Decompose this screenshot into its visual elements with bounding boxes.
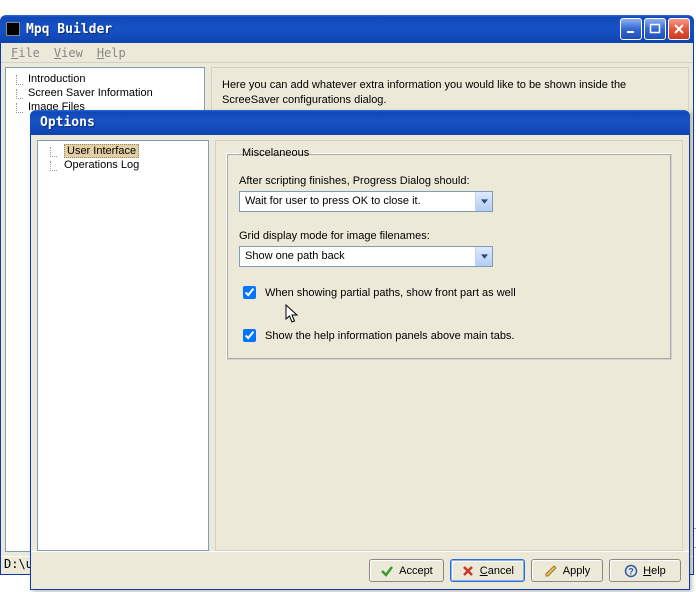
tree-item-screen-saver-info[interactable]: Screen Saver Information — [8, 86, 202, 100]
close-button[interactable] — [668, 18, 690, 40]
minimize-button[interactable] — [620, 18, 642, 40]
tree-item-user-interface[interactable]: User Interface — [40, 144, 206, 158]
apply-button[interactable]: Apply — [531, 559, 603, 582]
combo-progress-dialog[interactable]: Wait for user to press OK to close it. — [239, 191, 493, 212]
tree-item-operations-log[interactable]: Operations Log — [40, 158, 206, 172]
checkmark-icon — [380, 564, 394, 578]
checkbox-show-front-label: When showing partial paths, show front p… — [265, 287, 516, 299]
checkbox-show-help-panels[interactable]: Show the help information panels above m… — [239, 326, 659, 345]
checkbox-show-front-input[interactable] — [243, 286, 256, 299]
checkbox-show-help-input[interactable] — [243, 329, 256, 342]
menu-help[interactable]: Help — [91, 44, 132, 62]
checkbox-show-help-label: Show the help information panels above m… — [265, 330, 515, 342]
dialog-titlebar[interactable]: Options — [30, 110, 690, 135]
help-button[interactable]: ? Help — [609, 559, 681, 582]
label-grid-display: Grid display mode for image filenames: — [239, 230, 659, 242]
checkbox-show-front-part[interactable]: When showing partial paths, show front p… — [239, 283, 659, 302]
group-miscellaneous: Miscelaneous After scripting finishes, P… — [226, 147, 672, 360]
pencil-icon — [544, 564, 558, 578]
dialog-title: Options — [40, 115, 95, 130]
app-icon — [6, 22, 20, 36]
main-titlebar[interactable]: Mpq Builder — [0, 15, 694, 43]
info-text: Here you can add whatever extra informat… — [222, 78, 678, 109]
svg-text:?: ? — [628, 566, 634, 576]
dialog-button-bar: Accept Cancel Apply ? Help — [31, 551, 689, 589]
options-tree[interactable]: User Interface Operations Log — [37, 140, 209, 551]
cancel-button[interactable]: Cancel — [450, 559, 525, 582]
menu-view[interactable]: View — [48, 44, 89, 62]
group-legend: Miscelaneous — [239, 147, 312, 159]
chevron-down-icon[interactable] — [475, 192, 492, 211]
chevron-down-icon[interactable] — [475, 247, 492, 266]
menubar: File View Help — [1, 43, 693, 63]
options-form: Miscelaneous After scripting finishes, P… — [215, 140, 683, 551]
options-dialog: Options User Interface Operations Log Mi… — [30, 110, 690, 590]
combo-progress-value: Wait for user to press OK to close it. — [240, 192, 475, 211]
accept-button[interactable]: Accept — [369, 559, 444, 582]
combo-grid-value: Show one path back — [240, 247, 475, 266]
combo-grid-display[interactable]: Show one path back — [239, 246, 493, 267]
main-title: Mpq Builder — [26, 22, 112, 37]
menu-file[interactable]: File — [5, 44, 46, 62]
label-progress-dialog: After scripting finishes, Progress Dialo… — [239, 175, 659, 187]
cancel-icon — [461, 564, 475, 578]
tree-item-introduction[interactable]: Introduction — [8, 72, 202, 86]
question-icon: ? — [624, 564, 638, 578]
maximize-button[interactable] — [644, 18, 666, 40]
